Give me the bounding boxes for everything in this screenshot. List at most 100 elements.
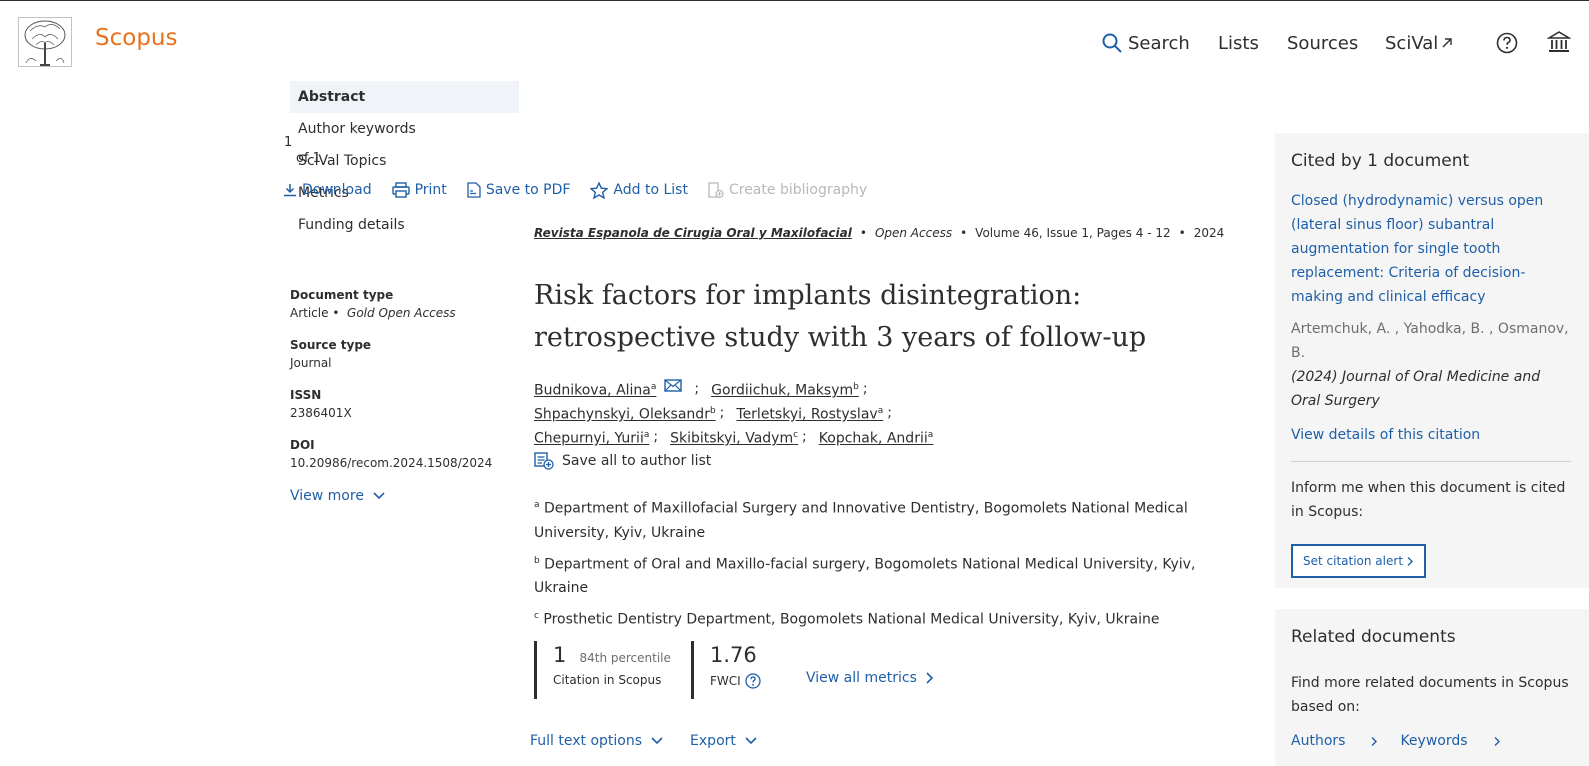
view-all-metrics-label: View all metrics	[806, 670, 917, 686]
outline-item-scival-topics[interactable]: SciVal Topics	[290, 145, 519, 177]
institution-icon[interactable]	[1547, 30, 1571, 54]
issn-label: ISSN	[290, 388, 322, 402]
document-title: Risk factors for implants disintegration…	[534, 280, 1147, 353]
view-citation-details-link[interactable]: View details of this citation	[1291, 427, 1571, 462]
save-all-authors-button[interactable]: Save all to author list	[534, 449, 1244, 473]
author-affiliation-mark: a	[650, 382, 657, 393]
separator-dot: •	[859, 226, 867, 240]
author-link[interactable]: Skibitskyi, Vadymc	[670, 423, 798, 451]
author-row: Chepurnyi, Yuriia; Skibitskyi, Vadymc; K…	[534, 425, 1244, 449]
citing-document-authors: Artemchuk, A. , Yahodka, B. , Osmanov, B…	[1291, 321, 1569, 361]
brand-name[interactable]: Scopus	[95, 25, 177, 51]
journal-link[interactable]: Revista Espanola de Cirugia Oral y Maxil…	[534, 226, 852, 240]
source-type-label: Source type	[290, 338, 372, 352]
help-icon[interactable]	[745, 673, 761, 689]
chevron-down-icon	[373, 492, 385, 500]
author-link[interactable]: Kopchak, Andriia	[819, 423, 933, 451]
outline-item-author-keywords[interactable]: Author keywords	[290, 113, 519, 145]
related-documents-title: Related documents	[1291, 627, 1456, 647]
print-button[interactable]: Print	[391, 182, 447, 198]
affiliation-mark: b	[534, 555, 540, 566]
full-text-options-button[interactable]: Full text options	[530, 733, 664, 749]
view-more-label: View more	[290, 488, 364, 504]
author-name: Gordiichuk, Maksym	[711, 382, 854, 399]
outline-item-funding-details[interactable]: Funding details	[290, 209, 519, 241]
author-separator: ;	[653, 429, 659, 445]
star-icon	[590, 181, 609, 199]
chevron-right-icon	[1407, 556, 1414, 566]
fwci-label: FWCI	[710, 674, 741, 688]
chevron-right-icon	[1494, 736, 1500, 746]
add-to-list-button[interactable]: Add to List	[590, 181, 688, 199]
document-metadata: Document type Article • Gold Open Access…	[290, 288, 510, 504]
doi-label: DOI	[290, 438, 315, 452]
author-name: Kopchak, Andrii	[818, 430, 928, 447]
open-access-label: Open Access	[874, 226, 953, 240]
affiliation-text: Prosthetic Dentistry Department, Bogomol…	[543, 611, 1160, 628]
view-all-metrics-link[interactable]: View all metrics	[806, 657, 935, 699]
email-icon[interactable]	[664, 378, 683, 392]
citation-metric[interactable]: 1 84th percentile Citation in Scopus	[534, 641, 691, 699]
document-toolbar: Download Print Save to PDF Add to List C…	[283, 179, 887, 201]
citing-document-link[interactable]: Closed (hydrodynamic) versus open (later…	[1291, 189, 1571, 309]
save-pdf-button[interactable]: Save to PDF	[467, 182, 570, 198]
help-icon[interactable]	[1496, 32, 1518, 54]
author-separator: ;	[694, 381, 700, 397]
author-affiliation-mark: b	[709, 406, 716, 417]
nav-sources-label: Sources	[1287, 32, 1359, 54]
pdf-icon	[467, 182, 481, 198]
outline-item-abstract[interactable]: Abstract	[290, 81, 519, 113]
view-more-button[interactable]: View more	[290, 488, 510, 504]
nav-scival[interactable]: SciVal	[1385, 31, 1453, 55]
author-separator: ;	[887, 405, 892, 421]
related-authors-label: Authors	[1291, 733, 1346, 749]
create-bibliography-label: Create bibliography	[728, 182, 868, 198]
download-button[interactable]: Download	[283, 182, 372, 198]
set-citation-alert-label: Set citation alert	[1303, 554, 1404, 568]
add-to-list-label: Add to List	[613, 182, 688, 198]
document-main: Revista Espanola de Cirugia Oral y Maxil…	[534, 223, 1244, 636]
affiliation-text: Department of Oral and Maxillo-facial su…	[534, 556, 1196, 597]
related-keywords-link[interactable]: Keywords	[1400, 733, 1500, 749]
cited-by-title: Cited by 1 document	[1291, 151, 1470, 171]
author-name: Terletskyi, Rostyslav	[736, 406, 878, 423]
chevron-right-icon	[926, 672, 933, 684]
result-pager: 1 of 1	[284, 135, 321, 167]
affiliation-list: a Department of Maxillofacial Surgery an…	[534, 493, 1244, 632]
author-affiliation-mark: a	[877, 406, 884, 417]
chevron-down-icon	[651, 737, 663, 745]
header: Scopus Search Lists Sources SciVal	[0, 1, 1589, 81]
source-line: Revista Espanola de Cirugia Oral y Maxil…	[534, 223, 1244, 243]
author-separator: ;	[862, 381, 868, 397]
save-all-authors-label: Save all to author list	[562, 453, 712, 469]
document-outline: Abstract Author keywords SciVal Topics M…	[290, 81, 519, 241]
author-link[interactable]: Chepurnyi, Yuriia	[534, 423, 649, 451]
cited-by-panel: Cited by 1 document Closed (hydrodynamic…	[1275, 133, 1589, 588]
related-documents-text: Find more related documents in Scopus ba…	[1291, 675, 1569, 715]
download-icon	[284, 184, 296, 197]
source-type-value: Journal	[290, 356, 332, 370]
affiliation-mark: c	[534, 611, 539, 622]
nav-sources[interactable]: Sources	[1287, 31, 1358, 55]
full-text-options-label: Full text options	[530, 733, 643, 749]
citation-alert-text: Inform me when this document is cited in…	[1291, 480, 1566, 520]
author-row: Budnikova, Alinaa ; Gordiichuk, Maksymb;	[534, 377, 1244, 401]
nav-search[interactable]: Search	[1102, 31, 1190, 55]
create-bibliography-button[interactable]: Create bibliography	[708, 181, 868, 199]
author-name: Skibitskyi, Vadym	[670, 430, 794, 447]
chevron-right-icon	[1371, 736, 1378, 746]
affiliation-item: b Department of Oral and Maxillo-facial …	[534, 549, 1244, 601]
export-label: Export	[690, 733, 736, 749]
related-authors-link[interactable]: Authors	[1291, 733, 1378, 749]
set-citation-alert-button[interactable]: Set citation alert	[1291, 544, 1427, 578]
affiliation-item: c Prosthetic Dentistry Department, Bogom…	[534, 604, 1244, 632]
chevron-down-icon	[745, 737, 757, 745]
publication-year: 2024	[1193, 226, 1225, 240]
export-button[interactable]: Export	[690, 733, 758, 749]
nav-scival-label: SciVal	[1385, 32, 1439, 54]
elsevier-logo-icon[interactable]	[18, 17, 72, 67]
fwci-value: 1.76	[710, 643, 757, 667]
nav-lists[interactable]: Lists	[1218, 31, 1259, 55]
fwci-metric[interactable]: 1.76 FWCI	[691, 641, 806, 699]
nav-search-label: Search	[1128, 32, 1190, 54]
